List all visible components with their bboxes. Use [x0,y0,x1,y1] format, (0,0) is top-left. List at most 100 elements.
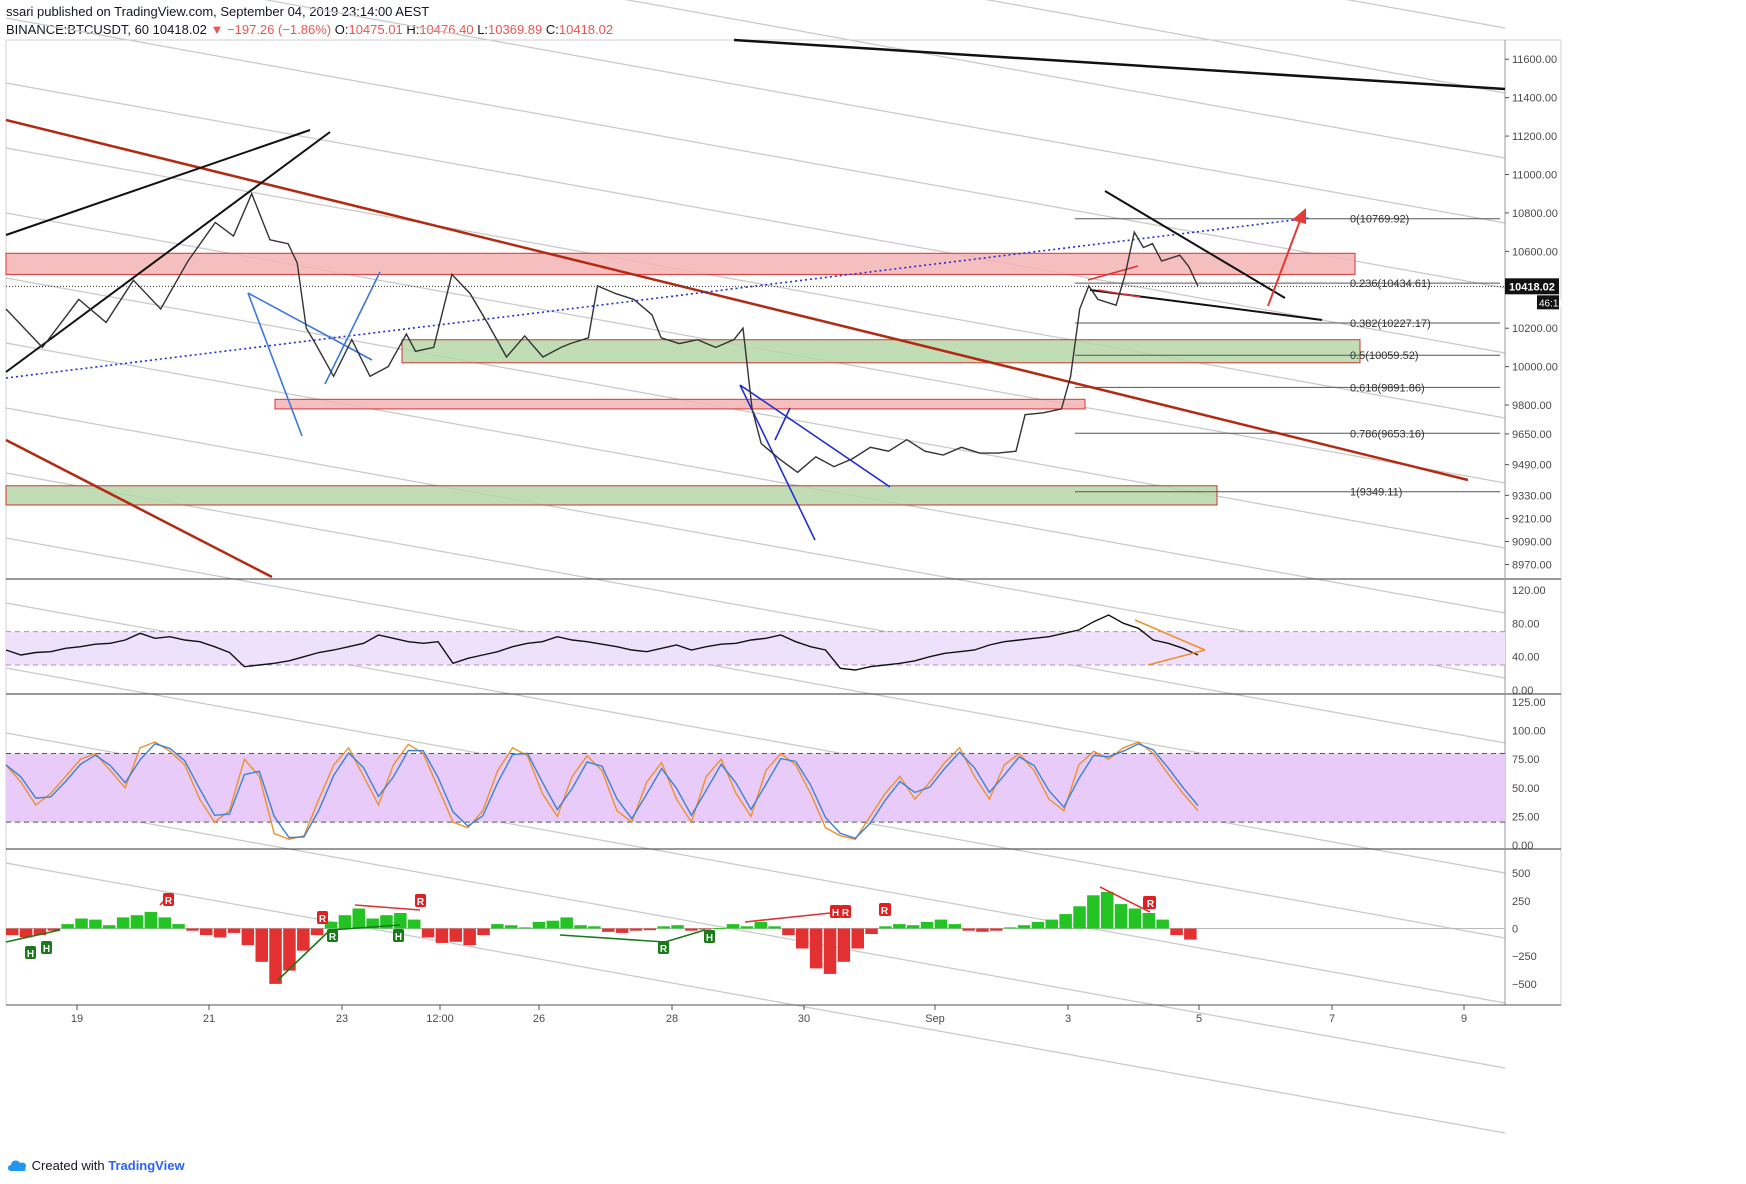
x-tick-label: 5 [1196,1013,1202,1025]
macd-histogram-bar [408,919,421,929]
blue-pattern-line [247,292,303,437]
macd-histogram-bar [1031,921,1045,929]
macd-histogram-bar [865,928,878,934]
indicator-y-tick-label: 50.00 [1512,783,1540,795]
macd-histogram-bar [546,920,560,929]
macd-histogram-bar [990,928,1003,931]
indicator-y-tick-label: 120.00 [1512,585,1546,597]
macd-marker-label: R [660,944,668,955]
channel-line [5,472,1506,744]
macd-histogram-bar [782,928,795,936]
macd-histogram-bar [574,925,587,929]
macd-histogram-bar [879,926,892,929]
x-tick-label: 23 [336,1013,348,1025]
y-tick-label: 9090.00 [1512,536,1552,548]
chart-frame [5,39,1562,1006]
fib-level-label: 0.618(9891.86) [1350,382,1425,394]
macd-histogram-bar [116,917,130,929]
macd-histogram-bar [948,924,961,929]
macd-histogram-bar [352,908,365,929]
resistance-zone [274,398,1086,410]
macd-histogram-bar [809,928,823,969]
x-tick-label: 19 [71,1013,83,1025]
support-zone [5,485,1218,506]
macd-histogram-bar [726,924,740,929]
x-tick-label: 26 [533,1013,545,1025]
x-tick-label: 9 [1461,1013,1467,1025]
macd-histogram-bar [629,928,643,931]
macd-histogram-bar [893,924,906,929]
target-arrow-head [1292,208,1306,224]
macd-divergence-line [744,911,841,923]
falling-wedge-line [774,407,791,441]
macd-histogram-bar [186,928,199,931]
indicator-y-tick-label: 125.00 [1512,697,1546,709]
x-tick-label: 21 [203,1013,215,1025]
macd-histogram-bar [796,928,809,949]
macd-histogram-bar [962,928,975,931]
macd-histogram-bar [1017,925,1031,929]
macd-marker-label: R [319,914,327,925]
macd-histogram-bar [643,928,657,931]
macd-histogram-bar [172,924,185,929]
footer: Created with TradingView [6,1156,185,1176]
chart-canvas[interactable]: 0(10769.92) 0.236(10434.61) 0.382(10227.17… [0,0,1746,1150]
macd-histogram-bar [1045,919,1058,929]
macd-histogram-bar [491,924,504,929]
fib-level-label: 0.786(9653.16) [1350,428,1425,440]
macd-histogram-bar [699,928,712,930]
x-tick-label: Sep [925,1013,945,1025]
y-tick-label: 10600.00 [1512,246,1558,258]
macd-histogram-bar [1004,927,1017,929]
y-tick-label: 10200.00 [1512,323,1558,335]
x-tick-label: 12:00 [426,1013,454,1025]
macd-histogram-bar [130,915,144,929]
macd-histogram-bar [213,928,227,938]
macd-marker-label: H [27,949,34,960]
fib-level-label: 0.236(10434.61) [1350,278,1431,290]
macd-marker-label: H [43,944,50,955]
macd-histogram-bar [269,928,282,984]
macd-marker-label: R [1147,899,1155,910]
macd-marker-label: H [395,932,402,943]
channel-line [5,862,1506,1134]
indicator-y-tick-label: −250 [1512,951,1537,963]
macd-histogram-bar [906,925,920,929]
last-price-badge-text: 10418.02 [1509,281,1555,293]
fib-level-label: 0.5(10059.52) [1350,350,1419,362]
y-tick-label: 9800.00 [1512,400,1552,412]
x-tick-label: 7 [1329,1013,1335,1025]
macd-histogram-bar [158,917,171,929]
price-layer [5,191,1505,474]
trend-line [733,38,1506,91]
indicator-y-tick-label: 500 [1512,868,1530,880]
macd-marker-label: R [842,908,850,919]
panel-layer [5,39,1562,1006]
channel-line [985,0,1506,94]
macd-histogram-bar [920,921,934,929]
y-tick-label: 9210.00 [1512,513,1552,525]
indicator-y-tick-label: 40.00 [1512,652,1540,664]
indicator-y-tick-label: 0 [1512,924,1518,936]
channel-line [5,82,1506,354]
indicator-y-tick-label: 80.00 [1512,618,1540,630]
y-tick-label: 9330.00 [1512,490,1552,502]
macd-histogram-bar [602,928,615,932]
macd-marker-label: R [165,896,173,907]
macd-divergence-line [664,929,706,943]
macd-histogram-bar [532,921,546,929]
macd-histogram-bar [477,928,490,936]
footer-brand[interactable]: TradingView [108,1158,184,1173]
macd-histogram-bar [394,913,407,929]
footer-created-with: Created with [31,1158,105,1173]
macd-histogram-bar [615,928,629,933]
macd-histogram-bar [75,918,88,929]
macd-histogram-bar [144,911,158,929]
macd-histogram-bar [505,925,518,929]
macd-histogram-bar [1156,919,1169,929]
macd-histogram-bar [449,928,462,942]
macd-histogram-bar [463,928,476,946]
indicator-y-tick-label: −500 [1512,979,1537,991]
indicator-y-tick-label: 0.00 [1512,685,1533,697]
fib-level-label: 0.382(10227.17) [1350,318,1431,330]
